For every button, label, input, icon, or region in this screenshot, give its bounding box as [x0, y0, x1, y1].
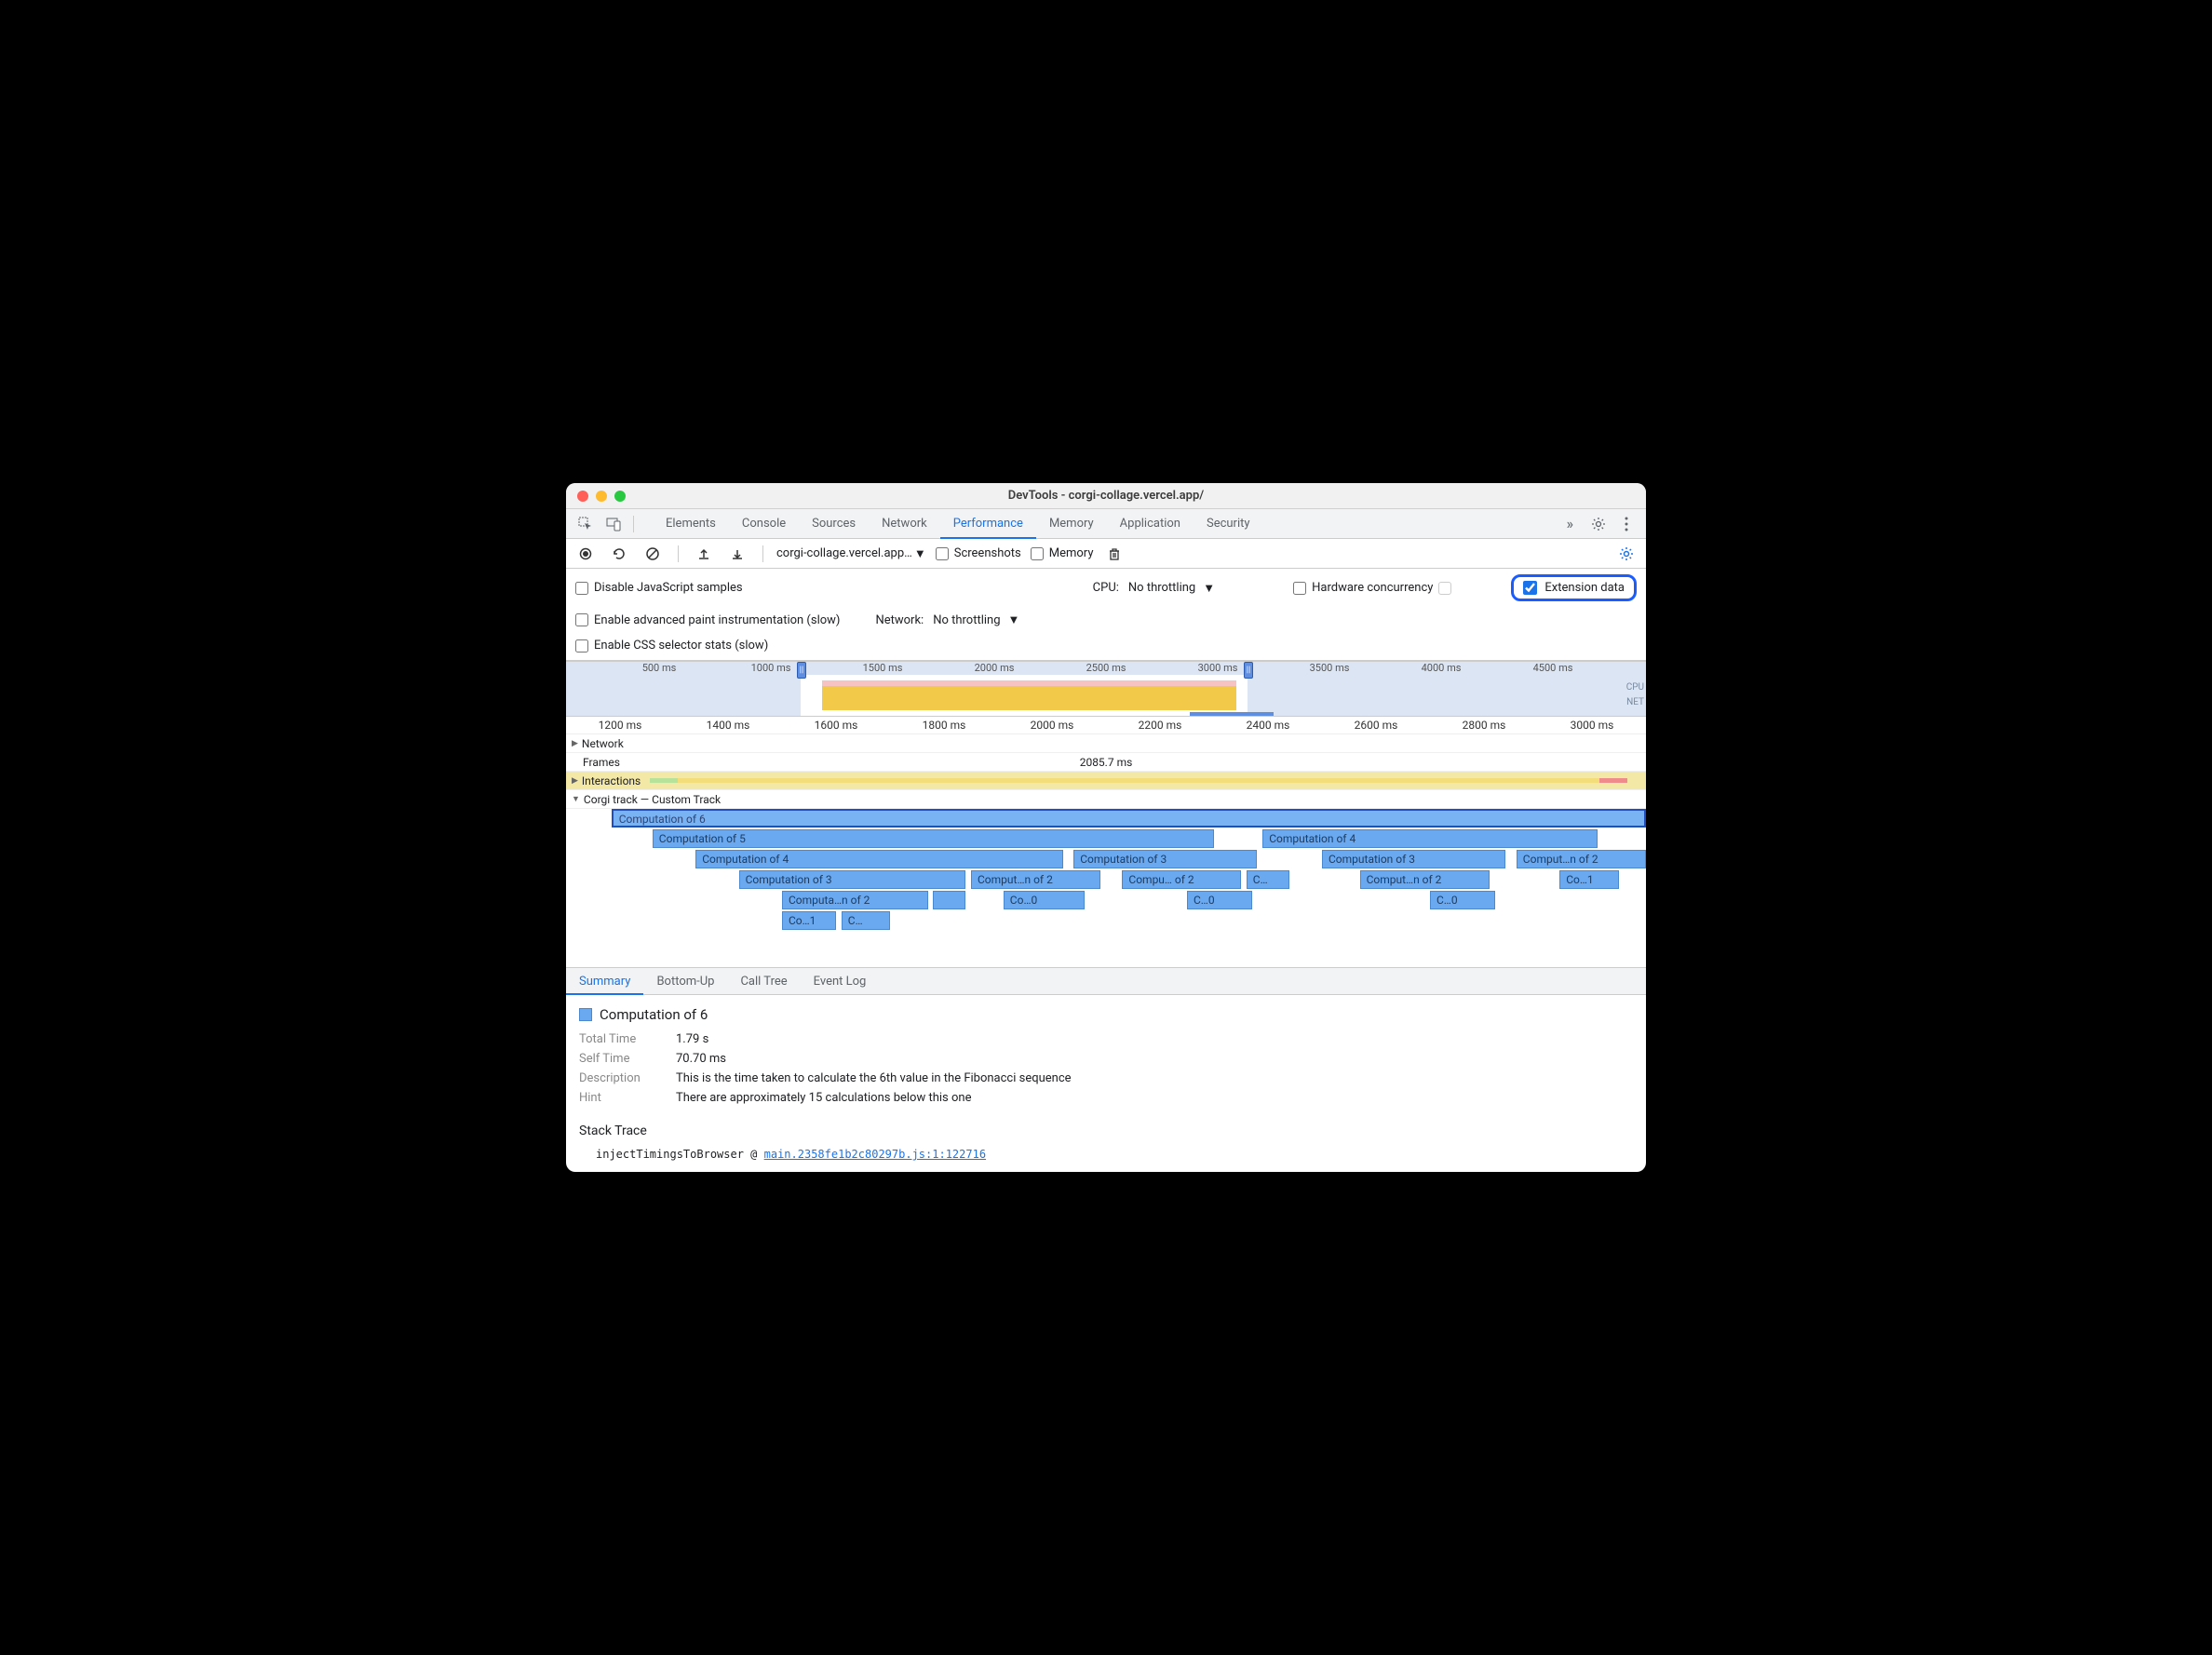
titlebar: DevTools - corgi-collage.vercel.app/ — [566, 483, 1646, 509]
overview-handle-left[interactable]: || — [797, 662, 806, 679]
inspect-icon[interactable] — [573, 512, 598, 536]
hardware-concurrency-input[interactable] — [1438, 582, 1451, 595]
tab-console[interactable]: Console — [729, 509, 799, 539]
download-profile-button[interactable] — [725, 542, 749, 566]
interactions-track-header[interactable]: ▶ Interactions — [566, 772, 1646, 790]
stack-trace-line: injectTimingsToBrowser @ main.2358fe1b2c… — [579, 1148, 1633, 1161]
devtools-window: DevTools - corgi-collage.vercel.app/ Ele… — [566, 483, 1646, 1172]
flame-entry[interactable]: Co…1 — [1559, 870, 1619, 889]
stack-trace-title: Stack Trace — [579, 1124, 1633, 1138]
tab-security[interactable]: Security — [1194, 509, 1263, 539]
device-toggle-icon[interactable] — [601, 512, 626, 536]
tab-application[interactable]: Application — [1107, 509, 1194, 539]
hardware-concurrency-field[interactable]: Hardware concurrency — [1293, 581, 1451, 595]
settings-gear-icon[interactable] — [1586, 512, 1611, 536]
memory-checkbox[interactable]: Memory — [1031, 546, 1094, 560]
flame-chart[interactable]: Computation of 6Computation of 5 Computat… — [566, 809, 1646, 967]
reload-record-button[interactable] — [607, 542, 631, 566]
network-label: Network: — [875, 613, 924, 627]
main-tabs-row: Elements Console Sources Network Perform… — [566, 509, 1646, 539]
extension-data-checkbox[interactable]: Extension data — [1511, 574, 1637, 601]
tab-sources[interactable]: Sources — [799, 509, 869, 539]
tab-call-tree[interactable]: Call Tree — [727, 968, 800, 994]
flame-entry[interactable]: Compu… of 2 — [1122, 870, 1241, 889]
network-track-header[interactable]: ▶ Network — [566, 734, 1646, 753]
collapse-triangle-icon: ▶ — [572, 776, 578, 786]
garbage-collect-button[interactable] — [1102, 542, 1126, 566]
kebab-menu-icon[interactable] — [1614, 512, 1639, 536]
network-throttling-select[interactable]: No throttling ▼ — [933, 612, 1019, 627]
frames-track[interactable]: Frames 2085.7 ms — [566, 753, 1646, 772]
expand-triangle-icon: ▼ — [572, 794, 580, 804]
flame-entry[interactable]: Computa…n of 2 — [782, 891, 928, 909]
tab-network[interactable]: Network — [869, 509, 940, 539]
profile-url-select[interactable]: corgi-collage.vercel.app… ▼ — [776, 546, 926, 561]
summary-title: Computation of 6 — [579, 1006, 1633, 1023]
stack-trace-link[interactable]: main.2358fe1b2c80297b.js:1:122716 — [764, 1148, 986, 1161]
more-tabs-chevron-icon[interactable]: » — [1558, 515, 1584, 532]
flame-entry[interactable]: Computation of 4 — [695, 850, 1062, 868]
color-swatch — [579, 1008, 592, 1021]
flame-entry[interactable]: Comput…n of 2 — [971, 870, 1100, 889]
tab-elements[interactable]: Elements — [653, 509, 729, 539]
window-title: DevTools - corgi-collage.vercel.app/ — [566, 489, 1646, 503]
settings-row-3: Enable CSS selector stats (slow) — [566, 633, 1646, 661]
disable-js-samples-checkbox[interactable]: Disable JavaScript samples — [575, 581, 743, 595]
flame-entry[interactable]: Co…0 — [1004, 891, 1085, 909]
tab-memory[interactable]: Memory — [1036, 509, 1107, 539]
flame-entry[interactable]: Co…1 — [782, 911, 836, 930]
settings-row-1: Disable JavaScript samples CPU: No throt… — [566, 569, 1646, 607]
tracks-area: ▶ Network Frames 2085.7 ms ▶ Interaction… — [566, 734, 1646, 967]
overview-ticks: 500 ms 1000 ms 1500 ms 2000 ms 2500 ms 3… — [566, 662, 1646, 674]
custom-track-header[interactable]: ▼ Corgi track — Custom Track — [566, 790, 1646, 809]
flame-entry[interactable]: Computation of 3 — [739, 870, 966, 889]
flame-entry[interactable]: Computation of 4 — [1262, 829, 1598, 848]
css-selector-stats-checkbox[interactable]: Enable CSS selector stats (slow) — [575, 639, 768, 653]
clear-button[interactable] — [641, 542, 665, 566]
timeline-overview[interactable]: 500 ms 1000 ms 1500 ms 2000 ms 2500 ms 3… — [566, 661, 1646, 717]
record-button[interactable] — [573, 542, 598, 566]
flame-entry[interactable]: Computation of 5 — [653, 829, 1214, 848]
screenshots-checkbox[interactable]: Screenshots — [936, 546, 1021, 560]
flame-entry[interactable]: Comput…n of 2 — [1517, 850, 1646, 868]
flame-entry[interactable]: Computation of 3 — [1073, 850, 1257, 868]
overview-handle-right[interactable]: || — [1244, 662, 1253, 679]
tab-summary[interactable]: Summary — [566, 968, 643, 995]
main-ruler: 1200 ms 1400 ms 1600 ms 1800 ms 2000 ms … — [566, 717, 1646, 734]
main-tabs: Elements Console Sources Network Perform… — [653, 509, 1554, 539]
detail-tabs: Summary Bottom-Up Call Tree Event Log — [566, 967, 1646, 995]
summary-panel: Computation of 6 Total Time 1.79 s Self … — [566, 995, 1646, 1172]
upload-profile-button[interactable] — [692, 542, 716, 566]
flame-entry[interactable]: C… — [842, 911, 890, 930]
collapse-triangle-icon: ▶ — [572, 739, 578, 748]
flame-entry[interactable]: C… — [1247, 870, 1289, 889]
flame-entry[interactable]: C…0 — [1430, 891, 1495, 909]
perf-toolbar: corgi-collage.vercel.app… ▼ Screenshots … — [566, 539, 1646, 569]
flame-entry[interactable]: Computation of 3 — [1322, 850, 1505, 868]
dropdown-triangle-icon: ▼ — [1203, 581, 1215, 596]
tab-bottom-up[interactable]: Bottom-Up — [643, 968, 727, 994]
dropdown-triangle-icon: ▼ — [914, 546, 926, 561]
flame-entry[interactable] — [933, 891, 965, 909]
settings-row-2: Enable advanced paint instrumentation (s… — [566, 607, 1646, 633]
flame-entry[interactable]: C…0 — [1187, 891, 1252, 909]
capture-settings-gear-icon[interactable] — [1614, 542, 1639, 566]
cpu-label: CPU: — [1093, 581, 1119, 595]
tab-event-log[interactable]: Event Log — [801, 968, 880, 994]
dropdown-triangle-icon: ▼ — [1008, 612, 1020, 627]
flame-entry[interactable]: Computation of 6 — [612, 809, 1646, 828]
cpu-throttling-select[interactable]: No throttling ▼ — [1128, 581, 1215, 596]
flame-entry[interactable]: Comput…n of 2 — [1360, 870, 1490, 889]
tab-performance[interactable]: Performance — [940, 509, 1036, 539]
advanced-paint-checkbox[interactable]: Enable advanced paint instrumentation (s… — [575, 613, 840, 627]
